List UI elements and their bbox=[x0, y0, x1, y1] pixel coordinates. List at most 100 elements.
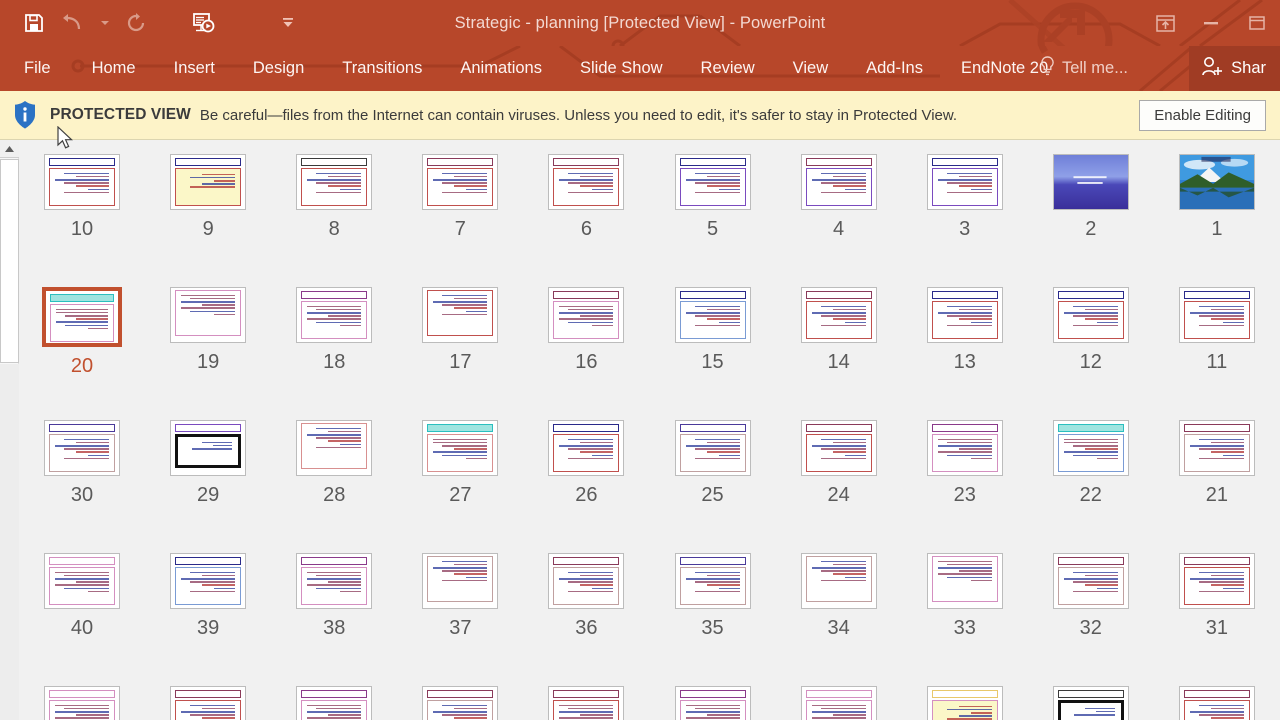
slide-thumbnail-26[interactable]: 26 bbox=[523, 406, 649, 539]
slide-thumbnail-38[interactable]: 38 bbox=[271, 539, 397, 672]
slide-thumbnail-image[interactable] bbox=[170, 686, 247, 720]
slide-thumbnail-23[interactable]: 23 bbox=[902, 406, 1028, 539]
slide-thumbnail-image[interactable] bbox=[296, 420, 373, 476]
tab-transitions[interactable]: Transitions bbox=[323, 46, 441, 91]
slide-thumbnail-11[interactable]: 11 bbox=[1154, 273, 1280, 406]
slide-thumbnail[interactable] bbox=[776, 672, 902, 720]
slide-thumbnail-24[interactable]: 24 bbox=[776, 406, 902, 539]
tab-home[interactable]: Home bbox=[73, 46, 155, 91]
tab-slide-show[interactable]: Slide Show bbox=[561, 46, 682, 91]
slide-thumbnail-1[interactable]: 1 bbox=[1154, 140, 1280, 273]
slide-thumbnail-image[interactable] bbox=[42, 287, 123, 347]
slide-thumbnail-image[interactable] bbox=[170, 287, 247, 343]
restore-icon[interactable] bbox=[1234, 3, 1280, 43]
slide-thumbnail-8[interactable]: 8 bbox=[271, 140, 397, 273]
slide-thumbnail-image[interactable] bbox=[296, 154, 373, 210]
slide-thumbnail-image[interactable] bbox=[170, 154, 247, 210]
ribbon-display-options-icon[interactable] bbox=[1142, 3, 1188, 43]
slide-thumbnail-31[interactable]: 31 bbox=[1154, 539, 1280, 672]
slide-thumbnail-image[interactable] bbox=[422, 686, 499, 720]
slide-thumbnail-28[interactable]: 28 bbox=[271, 406, 397, 539]
slide-thumbnail-image[interactable] bbox=[548, 553, 625, 609]
slide-thumbnail-21[interactable]: 21 bbox=[1154, 406, 1280, 539]
tab-insert[interactable]: Insert bbox=[155, 46, 234, 91]
slide-thumbnail-image[interactable] bbox=[1052, 686, 1129, 720]
slide-thumbnail[interactable] bbox=[271, 672, 397, 720]
slide-thumbnail-27[interactable]: 27 bbox=[397, 406, 523, 539]
slide-thumbnail-image[interactable] bbox=[296, 287, 373, 343]
tell-me-box[interactable]: Tell me... bbox=[1040, 46, 1128, 91]
slide-thumbnail-image[interactable] bbox=[926, 287, 1003, 343]
slide-thumbnail-image[interactable] bbox=[1052, 154, 1129, 210]
scroll-up-icon[interactable] bbox=[0, 140, 19, 158]
undo-icon[interactable] bbox=[54, 3, 94, 43]
vertical-scrollbar[interactable] bbox=[0, 140, 19, 720]
slide-thumbnail-image[interactable] bbox=[800, 420, 877, 476]
slide-thumbnail-33[interactable]: 33 bbox=[902, 539, 1028, 672]
slide-thumbnail-35[interactable]: 35 bbox=[649, 539, 775, 672]
slide-thumbnail-image[interactable] bbox=[1178, 686, 1255, 720]
slide-thumbnail-image[interactable] bbox=[674, 686, 751, 720]
tab-animations[interactable]: Animations bbox=[441, 46, 561, 91]
slide-thumbnail-37[interactable]: 37 bbox=[397, 539, 523, 672]
slide-thumbnail-34[interactable]: 34 bbox=[776, 539, 902, 672]
slide-thumbnail-image[interactable] bbox=[1178, 553, 1255, 609]
slide-thumbnail-19[interactable]: 19 bbox=[145, 273, 271, 406]
slide-thumbnail-image[interactable] bbox=[674, 553, 751, 609]
slide-thumbnail-36[interactable]: 36 bbox=[523, 539, 649, 672]
slide-thumbnail-image[interactable] bbox=[926, 686, 1003, 720]
slide-thumbnail-image[interactable] bbox=[800, 686, 877, 720]
slide-thumbnail-9[interactable]: 9 bbox=[145, 140, 271, 273]
slide-thumbnail-image[interactable] bbox=[1052, 287, 1129, 343]
slide-thumbnail-image[interactable] bbox=[44, 420, 121, 476]
slide-thumbnail-image[interactable] bbox=[296, 553, 373, 609]
slide-thumbnail-image[interactable] bbox=[1178, 420, 1255, 476]
slide-thumbnail-image[interactable] bbox=[674, 287, 751, 343]
enable-editing-button[interactable]: Enable Editing bbox=[1139, 100, 1266, 131]
scrollbar-track[interactable] bbox=[0, 364, 19, 720]
slide-thumbnail-image[interactable] bbox=[422, 154, 499, 210]
slide-thumbnail-4[interactable]: 4 bbox=[776, 140, 902, 273]
slide-thumbnail-image[interactable] bbox=[44, 686, 121, 720]
slide-thumbnail-30[interactable]: 30 bbox=[19, 406, 145, 539]
slide-thumbnail[interactable] bbox=[649, 672, 775, 720]
slide-thumbnail[interactable] bbox=[1028, 672, 1154, 720]
tab-review[interactable]: Review bbox=[682, 46, 774, 91]
slide-thumbnail-image[interactable] bbox=[800, 287, 877, 343]
slide-thumbnail-7[interactable]: 7 bbox=[397, 140, 523, 273]
slide-thumbnail[interactable] bbox=[397, 672, 523, 720]
slide-thumbnail-image[interactable] bbox=[170, 553, 247, 609]
slide-thumbnail-image[interactable] bbox=[548, 420, 625, 476]
slide-thumbnail-image[interactable] bbox=[422, 420, 499, 476]
slide-thumbnail-image[interactable] bbox=[1178, 154, 1255, 210]
customize-qat-icon[interactable] bbox=[268, 3, 308, 43]
slide-thumbnail-25[interactable]: 25 bbox=[649, 406, 775, 539]
slide-thumbnail-image[interactable] bbox=[548, 154, 625, 210]
slide-thumbnail-13[interactable]: 13 bbox=[902, 273, 1028, 406]
slide-thumbnail-image[interactable] bbox=[422, 553, 499, 609]
save-icon[interactable] bbox=[14, 3, 54, 43]
slide-thumbnail-32[interactable]: 32 bbox=[1028, 539, 1154, 672]
slide-thumbnail-image[interactable] bbox=[548, 686, 625, 720]
slide-thumbnail-image[interactable] bbox=[1052, 553, 1129, 609]
slide-thumbnail-image[interactable] bbox=[44, 553, 121, 609]
slide-thumbnail-6[interactable]: 6 bbox=[523, 140, 649, 273]
slide-thumbnail-3[interactable]: 3 bbox=[902, 140, 1028, 273]
slide-thumbnail-image[interactable] bbox=[548, 287, 625, 343]
slide-thumbnail-image[interactable] bbox=[44, 154, 121, 210]
slide-thumbnail-image[interactable] bbox=[674, 154, 751, 210]
tab-design[interactable]: Design bbox=[234, 46, 323, 91]
slide-thumbnail[interactable] bbox=[1154, 672, 1280, 720]
slide-thumbnail-14[interactable]: 14 bbox=[776, 273, 902, 406]
slide-thumbnail-image[interactable] bbox=[422, 287, 499, 343]
slide-thumbnail-image[interactable] bbox=[1178, 287, 1255, 343]
slide-thumbnail[interactable] bbox=[902, 672, 1028, 720]
slide-thumbnail-16[interactable]: 16 bbox=[523, 273, 649, 406]
slide-thumbnail-10[interactable]: 10 bbox=[19, 140, 145, 273]
slide-thumbnail-18[interactable]: 18 bbox=[271, 273, 397, 406]
scrollbar-thumb[interactable] bbox=[0, 159, 19, 363]
share-button[interactable]: Shar bbox=[1189, 46, 1280, 91]
slide-thumbnail[interactable] bbox=[523, 672, 649, 720]
tab-view[interactable]: View bbox=[774, 46, 847, 91]
slide-thumbnail-image[interactable] bbox=[800, 553, 877, 609]
